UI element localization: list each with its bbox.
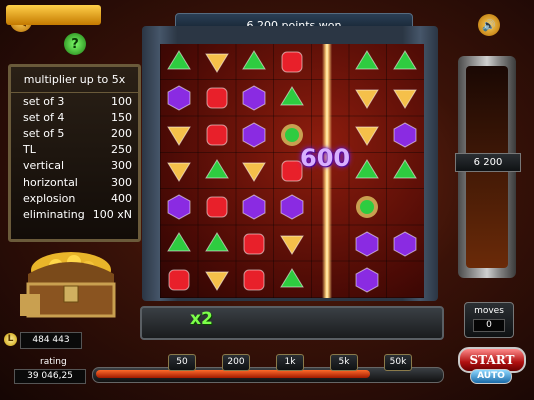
score-display: 6 200 [455,153,521,172]
yellow-gem-icon[interactable] [204,49,230,75]
yellow-gem-icon[interactable] [354,122,380,148]
yellow-gem-icon[interactable] [166,122,192,148]
purple-gem-icon[interactable] [392,231,418,257]
gem-board[interactable] [160,44,424,298]
coin-icon: L [4,333,17,346]
bomb-gem-icon[interactable] [354,194,380,220]
multiplier-row-label: explosion [23,191,76,205]
treasure-chest-icon [20,252,116,318]
red-gem-icon[interactable] [241,267,267,293]
coin-balance: 484 443 [20,332,82,349]
multiplier-row-label: TL [23,143,36,157]
multiplier-row: explosion 400 [11,190,138,206]
red-gem-icon[interactable] [204,85,230,111]
multiplier-row-value: 100 [111,94,132,108]
multiplier-row-value: 300 [111,159,132,173]
multiplier-title: multiplier up to 5x [11,67,138,93]
green-gem-icon[interactable] [279,85,305,111]
yellow-gem-icon[interactable] [166,158,192,184]
multiplier-row: vertical 300 [11,158,138,174]
score-popup: 600 [300,144,351,172]
multiplier-row-label: eliminating [23,207,85,221]
red-gem-icon[interactable] [166,267,192,293]
multiplier-row-value: 100 xN [92,207,132,221]
purple-gem-icon[interactable] [354,267,380,293]
speaker-icon[interactable]: 🔊 [478,14,500,36]
bet-option[interactable]: 50 [168,354,196,371]
yellow-gem-icon[interactable] [354,85,380,111]
rating-value: 39 046,25 [14,369,86,384]
purple-gem-icon[interactable] [241,194,267,220]
green-gem-icon[interactable] [392,49,418,75]
multiplier-row-value: 200 [111,126,132,140]
green-gem-icon[interactable] [241,49,267,75]
score-value: 6 200 [473,157,503,168]
moves-value: 0 [473,319,505,332]
progress-fill [6,5,101,25]
rating-label: rating [40,357,67,367]
purple-gem-icon[interactable] [166,85,192,111]
multiplier-badge: x2 [190,309,213,329]
red-gem-icon[interactable] [241,231,267,257]
multiplier-row-value: 150 [111,110,132,124]
moves-panel: moves 0 [464,302,514,338]
bet-option[interactable]: 5k [330,354,358,371]
multiplier-row: set of 4 150 [11,109,138,125]
bet-option[interactable]: 50k [384,354,412,371]
green-gem-icon[interactable] [392,158,418,184]
multiplier-row: horizontal 300 [11,174,138,190]
bet-slider-fill [96,370,370,378]
purple-gem-icon[interactable] [241,122,267,148]
purple-gem-icon[interactable] [354,231,380,257]
multiplier-row-value: 300 [111,175,132,189]
multiplier-table: multiplier up to 5x set of 3 100 set of 4 1… [8,64,141,242]
green-gem-icon[interactable] [354,158,380,184]
multiplier-rows: set of 3 100 set of 4 150 set of 5 200 TL 250 ve… [11,93,138,223]
red-gem-icon[interactable] [204,122,230,148]
bet-option[interactable]: 200 [222,354,250,371]
multiplier-row: set of 3 100 [11,93,138,109]
yellow-gem-icon[interactable] [204,267,230,293]
green-gem-icon[interactable] [204,231,230,257]
bet-option[interactable]: 1k [276,354,304,371]
multiplier-row: eliminating 100 xN [11,206,138,222]
multiplier-progress-bar [140,306,444,340]
help-button[interactable]: ? [64,33,86,55]
green-gem-icon[interactable] [166,49,192,75]
multiplier-row: TL 250 [11,142,138,158]
multiplier-row-value: 250 [111,143,132,157]
multiplier-row-label: set of 4 [23,110,65,124]
green-gem-icon[interactable] [204,158,230,184]
purple-gem-icon[interactable] [166,194,192,220]
multiplier-row-value: 400 [111,191,132,205]
yellow-gem-icon[interactable] [279,231,305,257]
green-gem-icon[interactable] [354,49,380,75]
multiplier-row: set of 5 200 [11,125,138,141]
green-gem-icon[interactable] [279,267,305,293]
yellow-gem-icon[interactable] [241,158,267,184]
purple-gem-icon[interactable] [279,194,305,220]
green-gem-icon[interactable] [166,231,192,257]
multiplier-row-label: vertical [23,159,65,173]
red-gem-icon[interactable] [279,49,305,75]
purple-gem-icon[interactable] [392,122,418,148]
multiplier-row-label: set of 3 [23,94,65,108]
red-gem-icon[interactable] [204,194,230,220]
auto-button[interactable]: AUTO [470,369,512,384]
yellow-gem-icon[interactable] [392,85,418,111]
multiplier-row-label: horizontal [23,175,78,189]
purple-gem-icon[interactable] [241,85,267,111]
multiplier-row-label: set of 5 [23,126,65,140]
moves-label: moves [474,306,504,316]
